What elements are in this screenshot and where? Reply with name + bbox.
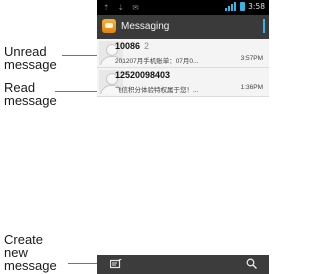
action-bar: Messaging [97,15,269,39]
unread-message-annotation: Unread message [4,44,57,72]
status-time: 3:58 [248,2,265,11]
read-message-annotation: Read message [4,80,57,108]
status-bar: ⇡ ⇣ ✉ 3:58 [97,0,269,15]
create-message-annotation: Create new message [4,232,57,273]
accent-edge-indicator [263,19,265,33]
status-indicators: 3:58 [225,2,265,11]
notification-icons: ⇡ ⇣ ✉ [103,3,142,12]
conversation-row-read[interactable]: 12520098403 飞信积分体验特权属于您！... 1:36PM [97,68,269,97]
message-count: 2 [144,41,150,51]
message-time: 1:36PM [240,84,263,91]
search-icon[interactable] [246,258,257,269]
sender-number: 12520098403 [115,70,171,80]
conversation-row-unread[interactable]: 10086 2 201207月手机账单：07月0... 3:57PM [97,39,269,68]
message-snippet: 飞信积分体验特权属于您！... [115,87,199,94]
conversation-sender: 12520098403 [115,70,170,80]
message-snippet: 201207月手机账单：07月0... [115,58,199,65]
conversation-sender: 10086 2 [115,41,149,51]
message-time: 3:57PM [240,55,263,62]
conversation-list: 10086 2 201207月手机账单：07月0... 3:57PM 125200… [97,39,269,97]
messaging-app-icon[interactable] [102,19,116,33]
compose-message-icon[interactable] [110,259,122,269]
app-title: Messaging [121,21,170,32]
sender-number: 10086 [115,41,141,51]
bottom-action-bar [97,255,269,274]
wifi-signal-icon [225,2,237,11]
battery-icon [240,2,246,11]
